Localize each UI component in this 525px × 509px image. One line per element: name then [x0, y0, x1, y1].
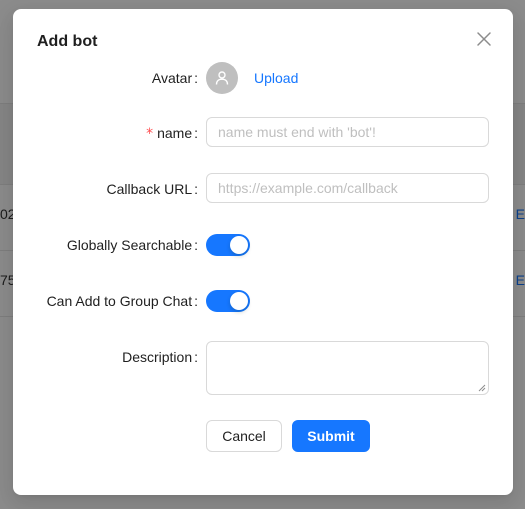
name-row: * name: [13, 117, 513, 149]
close-icon [477, 32, 491, 46]
name-input[interactable] [206, 117, 489, 147]
callback-url-input[interactable] [206, 173, 489, 203]
switch-knob [230, 292, 248, 310]
description-row: Description: [13, 341, 513, 395]
label-colon: : [194, 237, 198, 253]
avatar[interactable] [206, 62, 238, 94]
group-chat-label: Can Add to Group Chat: [47, 285, 198, 317]
switch-knob [230, 236, 248, 254]
group-chat-switch[interactable] [206, 290, 250, 312]
label-colon: : [194, 181, 198, 197]
modal-title: Add bot [37, 33, 98, 50]
description-label-text: Description [122, 349, 193, 365]
upload-link[interactable]: Upload [254, 62, 298, 94]
resize-grip-icon[interactable] [478, 384, 486, 392]
name-label-text: name [157, 125, 193, 141]
description-label: Description: [122, 341, 198, 373]
globally-searchable-label: Globally Searchable: [67, 229, 198, 261]
name-label: * name: [146, 117, 198, 149]
required-mark: * [146, 126, 154, 142]
globally-searchable-control [206, 229, 250, 256]
group-chat-label-text: Can Add to Group Chat [46, 293, 193, 309]
globally-searchable-switch[interactable] [206, 234, 250, 256]
label-colon: : [194, 349, 198, 365]
submit-button[interactable]: Submit [292, 420, 370, 452]
callback-label: Callback URL: [107, 173, 198, 205]
label-colon: : [194, 70, 198, 86]
name-control [206, 117, 489, 147]
avatar-control: Upload [206, 62, 298, 94]
close-button[interactable] [473, 28, 495, 50]
avatar-label: Avatar: [152, 62, 198, 94]
form-actions: Cancel Submit [13, 420, 513, 452]
label-colon: : [194, 125, 198, 141]
globally-searchable-row: Globally Searchable: [13, 229, 513, 261]
group-chat-row: Can Add to Group Chat: [13, 285, 513, 317]
callback-control [206, 173, 489, 203]
description-control [206, 341, 489, 395]
avatar-row: Avatar: Upload [13, 62, 513, 94]
cancel-button[interactable]: Cancel [206, 420, 282, 452]
callback-row: Callback URL: [13, 173, 513, 205]
user-icon [215, 71, 229, 85]
callback-label-text: Callback URL [106, 181, 193, 197]
group-chat-control [206, 285, 250, 312]
label-colon: : [194, 293, 198, 309]
add-bot-modal: Add bot Avatar: Upload *name: Callback U… [13, 9, 513, 495]
avatar-label-text: Avatar [151, 70, 193, 86]
globally-searchable-label-text: Globally Searchable [66, 237, 193, 253]
description-textarea[interactable] [206, 341, 489, 395]
